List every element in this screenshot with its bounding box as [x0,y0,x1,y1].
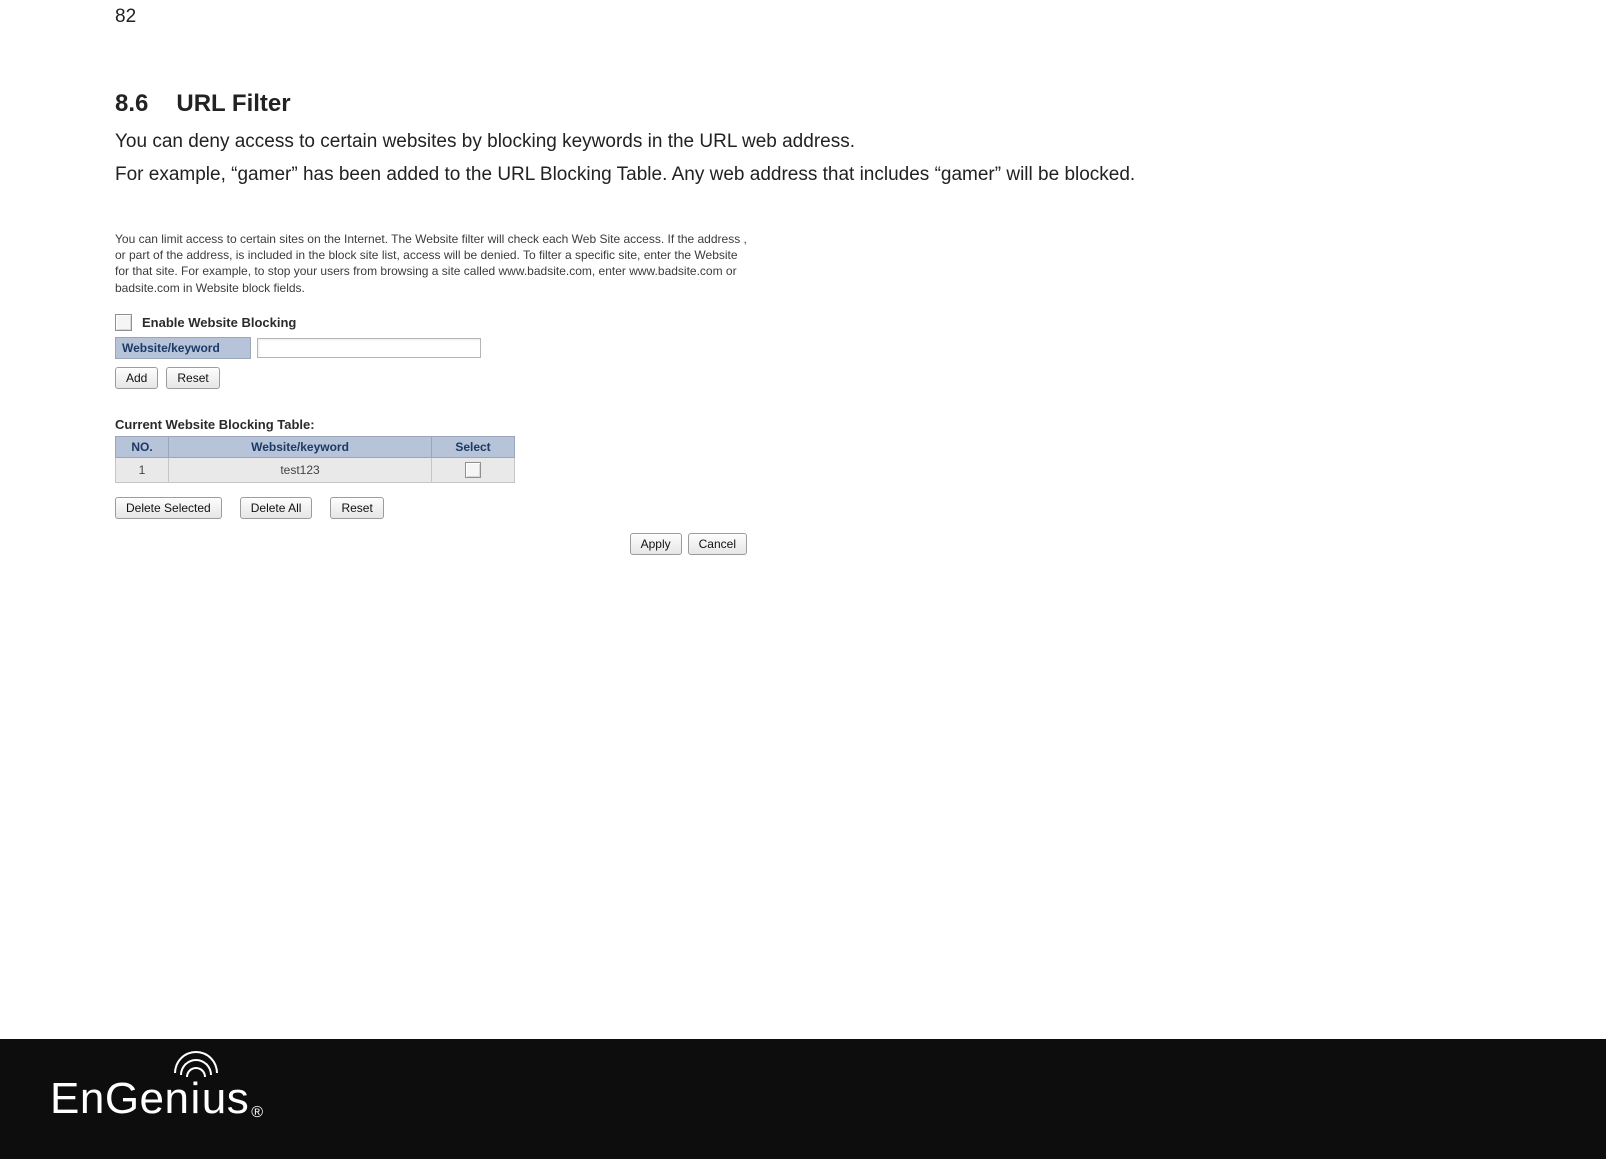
screenshot-panel: You can limit access to certain sites on… [115,231,747,555]
section-paragraph-1: You can deny access to certain websites … [115,128,1491,157]
keyword-input[interactable] [257,338,481,358]
brand-logo: EnGen i us® [50,1077,264,1121]
cell-keyword: test123 [169,457,432,482]
blocking-table-title: Current Website Blocking Table: [115,417,747,432]
content-area: 82 8.6 URL Filter You can deny access to … [0,0,1606,555]
col-keyword: Website/keyword [169,436,432,457]
delete-selected-button[interactable]: Delete Selected [115,497,222,519]
col-select: Select [432,436,515,457]
table-row: 1 test123 [116,457,515,482]
col-no: NO. [116,436,169,457]
brand-text-i: i [190,1074,200,1123]
keyword-field-label: Website/keyword [115,337,251,359]
brand-wifi-icon: i [189,1077,201,1121]
blocking-table: NO. Website/keyword Select 1 test123 [115,436,515,483]
cancel-button[interactable]: Cancel [688,533,747,555]
document-page: 82 8.6 URL Filter You can deny access to … [0,0,1606,1159]
enable-website-blocking-label: Enable Website Blocking [142,315,296,330]
table-reset-button[interactable]: Reset [330,497,383,519]
row-select-checkbox[interactable] [465,462,481,478]
wifi-arc-3 [174,1051,218,1073]
add-button[interactable]: Add [115,367,158,389]
page-footer: EnGen i us® [0,1039,1606,1159]
reset-button[interactable]: Reset [166,367,219,389]
section-heading: 8.6 URL Filter [115,90,1491,118]
section-title: URL Filter [176,90,290,117]
table-button-row: Delete Selected Delete All Reset [115,497,747,519]
cell-no: 1 [116,457,169,482]
registered-trademark-icon: ® [251,1105,263,1121]
enable-row: Enable Website Blocking [115,314,747,331]
keyword-row: Website/keyword [115,337,747,359]
page-number: 82 [115,0,1491,28]
apply-cancel-row: Apply Cancel [115,533,747,555]
section-number: 8.6 [115,90,148,118]
apply-button[interactable]: Apply [630,533,682,555]
delete-all-button[interactable]: Delete All [240,497,313,519]
cell-select [432,457,515,482]
enable-website-blocking-checkbox[interactable] [115,314,132,331]
brand-text-part2: us [202,1077,249,1121]
panel-intro-text: You can limit access to certain sites on… [115,231,747,296]
add-reset-row: Add Reset [115,367,747,389]
section-paragraph-2: For example, “gamer” has been added to t… [115,161,1491,190]
table-header-row: NO. Website/keyword Select [116,436,515,457]
brand-text-part1: EnGen [50,1077,189,1121]
